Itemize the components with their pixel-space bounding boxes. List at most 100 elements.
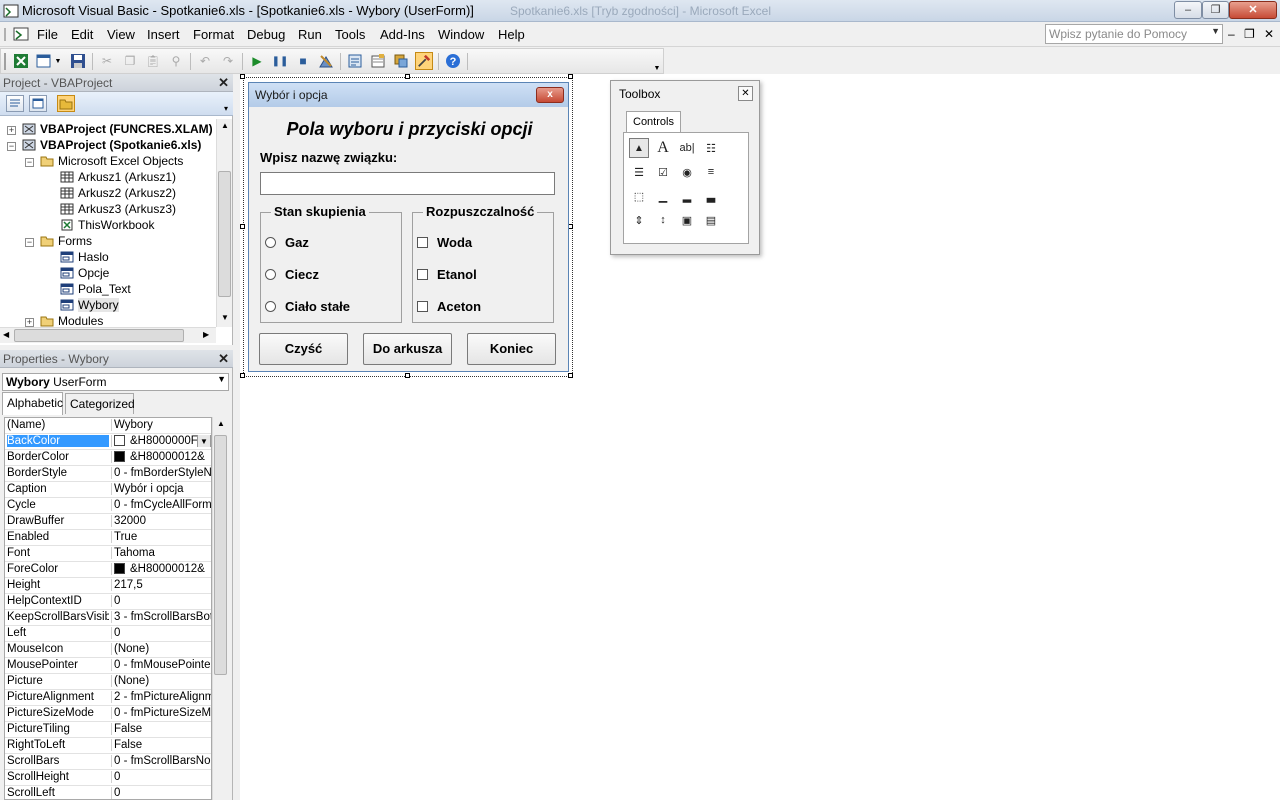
collapse-icon[interactable]: − xyxy=(25,158,34,167)
property-value[interactable]: 0 xyxy=(111,627,211,639)
property-row[interactable]: ScrollBars 0 - fmScrollBarsNone xyxy=(5,754,211,770)
property-row[interactable]: MouseIcon (None) xyxy=(5,642,211,658)
scroll-up-icon[interactable]: ▲ xyxy=(221,121,229,130)
close-icon[interactable]: ✕ xyxy=(738,86,753,101)
checkbox-etanol[interactable]: Etanol xyxy=(417,267,477,282)
property-value[interactable]: 0 - fmCycleAllForms xyxy=(111,499,211,511)
compound-name-textbox[interactable] xyxy=(260,172,555,195)
collapse-icon[interactable]: − xyxy=(7,142,16,151)
menu-edit[interactable]: Edit xyxy=(71,27,93,42)
resize-handle[interactable] xyxy=(405,74,410,79)
userform-close-button[interactable]: x xyxy=(536,87,564,103)
tree-node-thisworkbook[interactable]: ThisWorkbook xyxy=(60,218,154,234)
excel-view-icon[interactable] xyxy=(4,27,30,42)
minimize-button[interactable]: – xyxy=(1174,1,1202,19)
reset-icon[interactable]: ■ xyxy=(294,52,312,70)
image-tool-icon[interactable]: ▣ xyxy=(677,210,697,230)
property-row[interactable]: (Name) Wybory xyxy=(5,418,211,434)
to-sheet-button[interactable]: Do arkusza xyxy=(363,333,452,365)
property-value[interactable]: Wybory xyxy=(111,419,211,431)
tree-node-arkusz2[interactable]: Arkusz2 (Arkusz2) xyxy=(60,186,176,202)
design-mode-icon[interactable] xyxy=(317,52,335,70)
help-icon[interactable]: ? xyxy=(444,52,462,70)
checkbox-woda[interactable]: Woda xyxy=(417,235,472,250)
property-row[interactable]: PictureTiling False xyxy=(5,722,211,738)
toolbox-icon[interactable] xyxy=(415,52,433,70)
radio-button[interactable] xyxy=(265,237,276,248)
option-cialo-stale[interactable]: Ciało stałe xyxy=(265,299,350,314)
property-row[interactable]: BorderColor &H80000012& xyxy=(5,450,211,466)
run-icon[interactable]: ▶ xyxy=(248,52,266,70)
menu-format[interactable]: Format xyxy=(193,27,234,42)
resize-handle[interactable] xyxy=(240,373,245,378)
property-value[interactable]: 32000 xyxy=(111,515,211,527)
property-value[interactable]: 0 - fmBorderStyleNone xyxy=(111,467,211,479)
project-vertical-scrollbar[interactable]: ▲ ▼ xyxy=(216,119,232,327)
close-icon[interactable]: ✕ xyxy=(218,351,229,367)
combobox-tool-icon[interactable]: ☷ xyxy=(701,138,721,158)
restore-button[interactable]: ❐ xyxy=(1202,1,1229,19)
mdi-restore-button[interactable]: ❐ xyxy=(1244,27,1255,41)
frame-rozpuszczalnosc[interactable]: Rozpuszczalność Woda Etanol Aceton xyxy=(412,204,554,323)
checkbox-aceton[interactable]: Aceton xyxy=(417,299,481,314)
checkbox-tool-icon[interactable]: ☑ xyxy=(653,162,673,182)
property-value[interactable]: 0 xyxy=(111,595,211,607)
tree-node-forms[interactable]: Forms xyxy=(40,234,92,250)
properties-vertical-scrollbar[interactable]: ▲ xyxy=(212,417,228,800)
checkbox[interactable] xyxy=(417,237,428,248)
property-row[interactable]: MousePointer 0 - fmMousePointerDefault xyxy=(5,658,211,674)
property-value[interactable]: Wybór i opcja xyxy=(111,483,211,495)
scroll-thumb[interactable] xyxy=(214,435,227,675)
property-value[interactable]: True xyxy=(111,531,211,543)
property-row[interactable]: BackColor &H8000000F& ▼ xyxy=(5,434,211,450)
insert-dropdown-icon[interactable]: ▼ xyxy=(53,52,63,70)
textbox-tool-icon[interactable]: ab| xyxy=(677,138,697,158)
property-value[interactable]: 3 - fmScrollBarsBoth xyxy=(111,611,211,623)
radio-button[interactable] xyxy=(265,301,276,312)
tree-node-funcres[interactable]: VBAProject (FUNCRES.XLAM) xyxy=(22,122,213,138)
select-objects-tool-icon[interactable]: ▲ xyxy=(629,138,649,158)
property-value[interactable]: (None) xyxy=(111,643,211,655)
resize-handle[interactable] xyxy=(568,74,573,79)
scroll-thumb[interactable] xyxy=(14,329,184,342)
property-row[interactable]: PictureAlignment 2 - fmPictureAlignmentCe… xyxy=(5,690,211,706)
property-row[interactable]: Font Tahoma xyxy=(5,546,211,562)
menu-run[interactable]: Run xyxy=(298,27,322,42)
property-row[interactable]: Height 217,5 xyxy=(5,578,211,594)
property-row[interactable]: Enabled True xyxy=(5,530,211,546)
property-value[interactable]: 2 - fmPictureAlignmentCenter xyxy=(111,691,211,703)
form-heading-label[interactable]: Pola wyboru i przyciski opcji xyxy=(249,119,570,140)
menu-file[interactable]: File xyxy=(37,27,58,42)
property-value[interactable]: False xyxy=(111,739,211,751)
property-row[interactable]: DrawBuffer 32000 xyxy=(5,514,211,530)
scroll-left-icon[interactable]: ◀ xyxy=(3,330,9,339)
close-button[interactable]: ✕ xyxy=(1229,1,1277,19)
resize-handle[interactable] xyxy=(405,373,410,378)
tab-categorized[interactable]: Categorized xyxy=(65,393,135,414)
property-value[interactable]: False xyxy=(111,723,211,735)
view-object-button[interactable] xyxy=(29,95,47,112)
tree-node-spotkanie6[interactable]: VBAProject (Spotkanie6.xls) xyxy=(22,138,201,154)
project-explorer-icon[interactable] xyxy=(346,52,364,70)
insert-userform-icon[interactable] xyxy=(35,52,53,70)
property-row[interactable]: ForeColor &H80000012& xyxy=(5,562,211,578)
expand-icon[interactable]: + xyxy=(7,126,16,135)
tree-node-wybory[interactable]: Wybory xyxy=(60,298,119,314)
tab-controls[interactable]: Controls xyxy=(626,111,681,133)
compound-name-label[interactable]: Wpisz nazwę związku: xyxy=(260,150,397,165)
property-value[interactable]: 0 - fmScrollBarsNone xyxy=(111,755,211,767)
property-row[interactable]: ScrollLeft 0 xyxy=(5,786,211,799)
property-row[interactable]: BorderStyle 0 - fmBorderStyleNone xyxy=(5,466,211,482)
find-icon[interactable]: ⚲ xyxy=(167,52,185,70)
toggle-folders-button[interactable] xyxy=(57,95,75,112)
resize-handle[interactable] xyxy=(240,224,245,229)
undo-icon[interactable]: ↶ xyxy=(196,52,214,70)
resize-handle[interactable] xyxy=(568,373,573,378)
radio-button[interactable] xyxy=(265,269,276,280)
refedit-tool-icon[interactable]: ▤ xyxy=(701,210,721,230)
commandbutton-tool-icon[interactable]: ▁ xyxy=(653,186,673,206)
menu-tools[interactable]: Tools xyxy=(335,27,365,42)
clear-button[interactable]: Czyść xyxy=(259,333,348,365)
expand-icon[interactable]: + xyxy=(25,318,34,327)
property-row[interactable]: Picture (None) xyxy=(5,674,211,690)
